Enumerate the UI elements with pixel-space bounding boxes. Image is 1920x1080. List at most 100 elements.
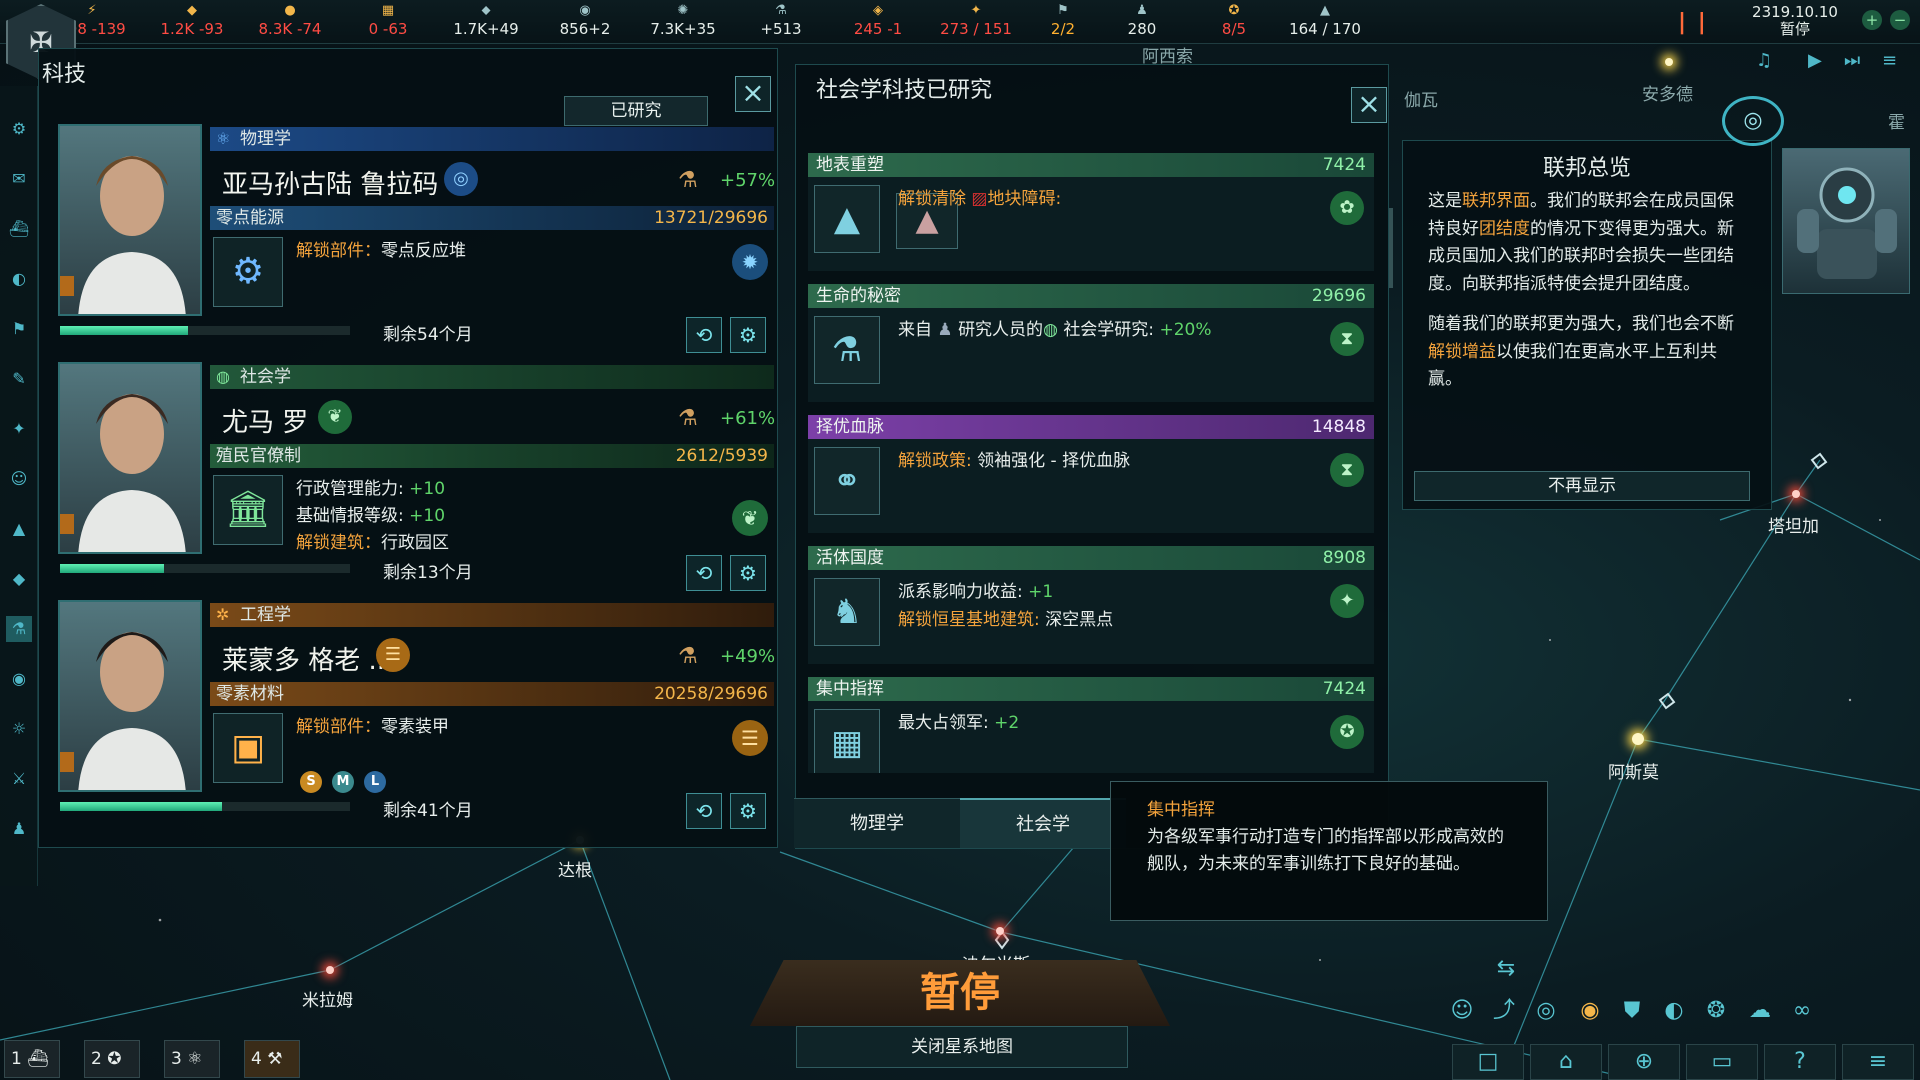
scientist-trait-icon[interactable]: ☰ [376,638,410,672]
sidebar-ships-icon[interactable]: ▲ [6,516,32,542]
sidebar-situations-icon[interactable]: ◆ [6,566,32,592]
project-tile-icon[interactable]: ⚙ [213,237,283,307]
sidebar-leaders-icon[interactable]: ♟ [6,816,32,842]
map-mode-link-icon[interactable]: ∞ [1784,994,1820,1028]
sidebar-traditions-icon[interactable]: ✦ [6,416,32,442]
scientist-portrait[interactable] [58,600,202,792]
system-label-dagen[interactable]: 达根 [558,856,592,881]
settings-icon[interactable]: ⚙ [730,793,766,829]
fleet-group-2[interactable]: 2 ✪ [84,1040,140,1078]
dont-show-again-button[interactable]: 不再显示 [1414,471,1750,501]
resource-unity[interactable]: ✺ 7.3K+35 [638,3,728,39]
close-icon[interactable]: × [1351,87,1387,123]
tab-physics[interactable]: 物理学 [794,798,960,848]
speed-down-icon[interactable]: − [1890,10,1910,30]
map-mode-cloud-icon[interactable]: ☁ [1742,994,1778,1028]
resource-influence[interactable]: ◉ 856+2 [540,3,630,39]
swap-icon[interactable]: ⇆ [1488,952,1524,986]
project-type-icon[interactable]: ❦ [732,500,768,536]
chat-icon[interactable]: ▭ [1686,1044,1758,1080]
resource-research[interactable]: ⚗ +513 [736,3,826,39]
map-mode-brain-icon[interactable]: ❂ [1698,994,1734,1028]
help-icon[interactable]: ? [1764,1044,1836,1080]
sidebar-technology-icon[interactable]: ⚗ [6,616,32,642]
zoom-icon[interactable]: ⊕ [1608,1044,1680,1080]
speed-up-icon[interactable]: + [1862,10,1882,30]
researched-tech-card[interactable]: 地表重塑 7424 ▲ ▲ 解锁清除 ▨地块障碍: ✿ [808,153,1374,271]
star-dier[interactable] [996,927,1004,935]
map-mode-species-icon[interactable]: ☺ [1444,994,1480,1028]
resource-minerals[interactable]: ◆ 1.2K -93 [147,3,237,39]
sidebar-factions-icon[interactable]: ⚑ [6,316,32,342]
music-icon[interactable]: ♫ [1756,50,1772,71]
system-label-huo[interactable]: 霍 [1888,108,1905,133]
map-mode-eye-icon[interactable]: ◐ [1656,994,1692,1028]
system-label-anduode[interactable]: 安多德 [1642,80,1693,105]
project-type-icon[interactable]: ✹ [732,244,768,280]
map-mode-hyperlane-icon[interactable]: ⤴ [1486,994,1522,1028]
sidebar-species-icon[interactable]: ☺ [6,466,32,492]
rotate-options-icon[interactable]: ⟲ [686,555,722,591]
project-header[interactable]: 殖民官僚制 2612/5939 [210,444,774,468]
project-header[interactable]: 零点能源 13721/29696 [210,206,774,230]
resource-leader[interactable]: ✪ 8/5 [1189,3,1279,39]
researched-tech-card[interactable]: 择优血脉 14848 ⚭ 解锁政策: 领袖强化 - 择优血脉 ⧗ [808,415,1374,533]
researched-tech-card[interactable]: 集中指挥 7424 ▦ 最大占领军: +2 ✪ [808,677,1374,773]
rotate-options-icon[interactable]: ⟲ [686,317,722,353]
tab-society[interactable]: 社会学 [960,798,1126,848]
project-type-icon[interactable]: ☰ [732,720,768,756]
scrollbar[interactable] [1389,208,1393,288]
star-asimo[interactable] [1632,733,1644,745]
scientist-portrait[interactable] [58,362,202,554]
project-tile-icon[interactable]: ▣ [213,713,283,783]
scientist-portrait[interactable] [58,124,202,316]
menu-icon[interactable]: ≡ [1842,1044,1914,1080]
system-label-tatanjia[interactable]: 塔坦加 [1768,512,1819,537]
resource-pops[interactable]: ♟ 280 [1097,3,1187,39]
system-label-asimo[interactable]: 阿斯莫 [1608,758,1659,783]
resource-starbase[interactable]: ⚑ 2/2 [1018,3,1108,39]
map-mode-fleet-icon[interactable]: ⛊ [1614,994,1650,1028]
sidebar-military-icon[interactable]: ⚔ [6,766,32,792]
project-tile-icon[interactable]: 🏛 [213,475,283,545]
sidebar-planets-icon[interactable]: ◐ [6,266,32,292]
sidebar-edicts-icon[interactable]: ◉ [6,666,32,692]
resource-naval-capacity[interactable]: ✦ 273 / 151 [931,3,1021,39]
pause-icon[interactable]: | | [1678,10,1708,35]
researched-tech-card[interactable]: 生命的秘密 29696 ⚗ 来自 ♟ 研究人员的◍ 社会学研究: +20% ⧗ [808,284,1374,402]
researched-tech-list[interactable]: 地表重塑 7424 ▲ ▲ 解锁清除 ▨地块障碍: ✿ 生命的秘密 29696 … [808,153,1374,773]
list-icon[interactable]: ≡ [1882,50,1897,71]
close-galaxy-map-button[interactable]: 关闭星系地图 [796,1026,1128,1068]
play-icon[interactable]: ▶ [1808,50,1822,71]
researched-button[interactable]: 已研究 [564,96,708,126]
fleet-group-3[interactable]: 3 ⚛ [164,1040,220,1078]
researched-tech-card[interactable]: 活体国度 8908 ♞ 派系影响力收益: +1 解锁恒星基地建筑: 深空黑点 ✦ [808,546,1374,664]
scientist-name[interactable]: 亚马孙古陆 鲁拉码 [222,164,438,201]
fleet-group-4[interactable]: 4 ⚒ [244,1040,300,1078]
sidebar-galaxy-icon[interactable]: ☼ [6,716,32,742]
scientist-name[interactable]: 尤马 罗 [222,402,308,439]
home-icon[interactable]: ⌂ [1530,1044,1602,1080]
settings-icon[interactable]: ⚙ [730,317,766,353]
sidebar-policies-icon[interactable]: ✎ [6,366,32,392]
scientist-trait-icon[interactable]: ◎ [444,162,478,196]
sidebar-fleets-icon[interactable]: ⛴ [6,216,32,242]
scientist-trait-icon[interactable]: ❦ [318,400,352,434]
resource-consumer-goods[interactable]: ▦ 0 -63 [343,3,433,39]
resource-amenities[interactable]: ◈ 245 -1 [833,3,923,39]
rotate-options-icon[interactable]: ⟲ [686,793,722,829]
star-tatanjia[interactable] [1792,490,1800,498]
scientist-name[interactable]: 莱蒙多 格老 ... [222,640,393,677]
star-milamu[interactable] [326,966,334,974]
map-mode-sensor-icon[interactable]: ◎ [1528,994,1564,1028]
sidebar-contacts-icon[interactable]: ✉ [6,166,32,192]
resource-food[interactable]: ● 8.3K -74 [245,3,335,39]
resource-empire-size[interactable]: ▲ 164 / 170 [1280,3,1370,39]
resource-alloys[interactable]: ⬥ 1.7K+49 [441,3,531,39]
fleet-group-1[interactable]: 1 ⛴ [4,1040,60,1078]
federation-icon[interactable]: ◎ [1722,96,1784,146]
sidebar-government-icon[interactable]: ⚙ [6,116,32,142]
close-icon[interactable]: × [735,76,771,112]
map-mode-target-icon[interactable]: ◉ [1572,994,1608,1028]
date-display[interactable]: 2319.10.10 暂停 [1720,4,1870,38]
